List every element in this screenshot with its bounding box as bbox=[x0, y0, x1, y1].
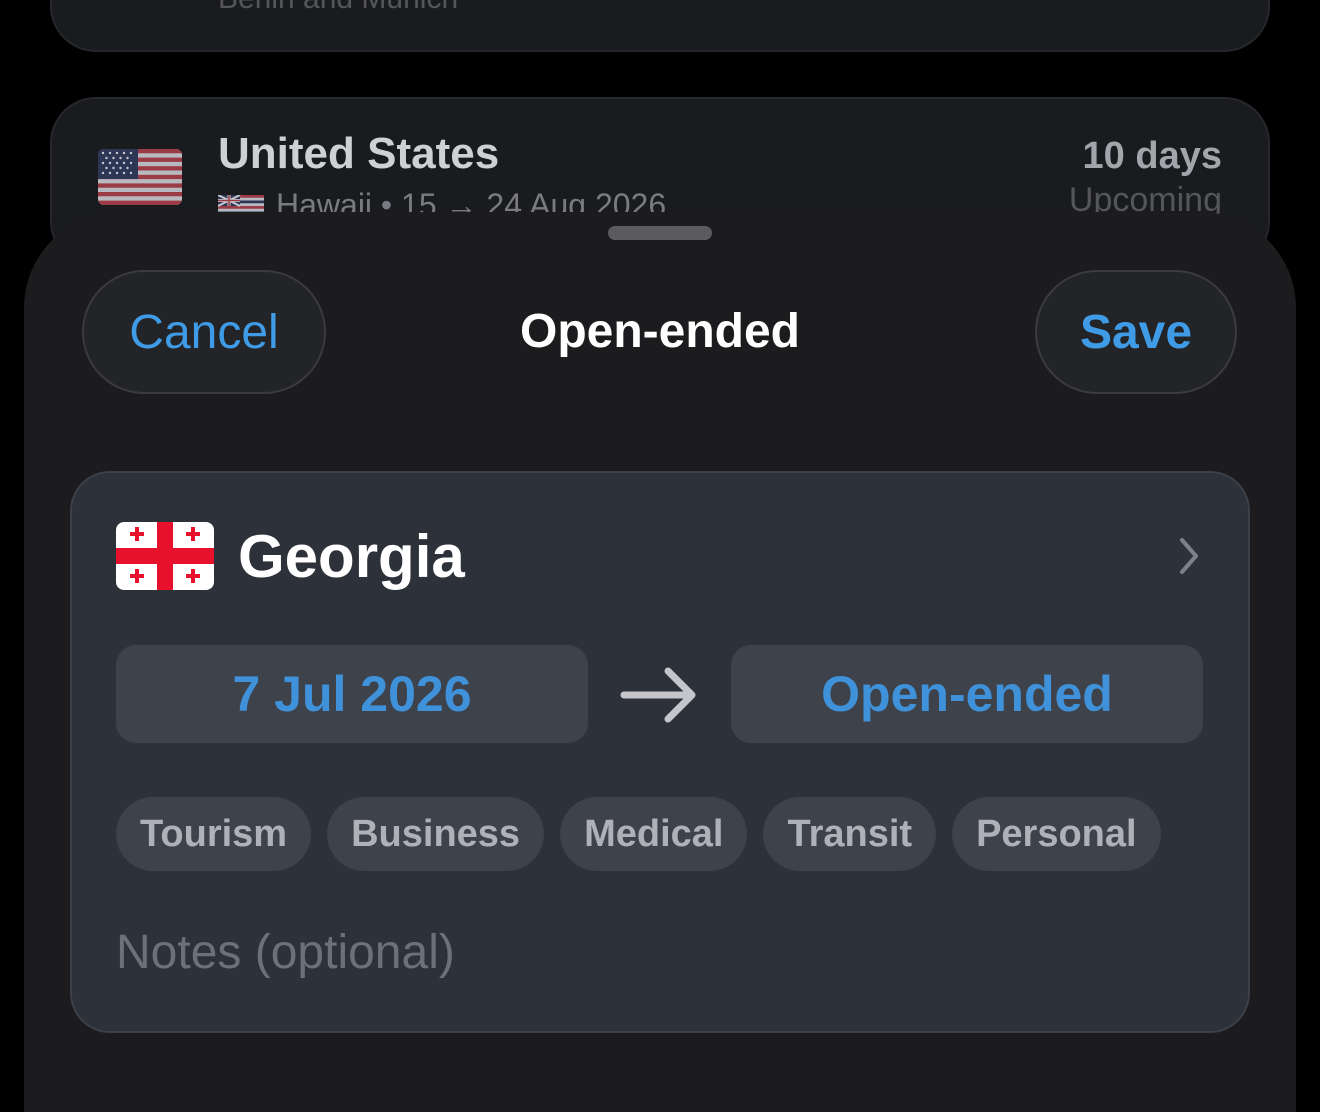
chevron-right-icon bbox=[1180, 538, 1198, 574]
arrow-right-icon bbox=[620, 667, 696, 723]
purpose-chip-tourism[interactable]: Tourism bbox=[116, 797, 312, 871]
trip-card-germany[interactable]: Berlin and Munich bbox=[50, 0, 1270, 52]
purpose-chip-personal[interactable]: Personal bbox=[952, 797, 1161, 871]
trip-subtitle: Berlin and Munich bbox=[218, 0, 458, 16]
notes-field[interactable]: Notes (optional) bbox=[116, 925, 455, 980]
sheet-grabber[interactable] bbox=[608, 226, 712, 240]
edit-trip-sheet: Cancel Open-ended Save Georgia 7 Jul 202… bbox=[24, 212, 1296, 1112]
trip-country-name: United States bbox=[218, 129, 500, 178]
purpose-chip-transit[interactable]: Transit bbox=[763, 797, 937, 871]
country-name: Georgia bbox=[238, 522, 465, 590]
start-date-button[interactable]: 7 Jul 2026 bbox=[116, 645, 588, 743]
georgia-flag-icon bbox=[116, 522, 214, 590]
trip-duration: 10 days bbox=[1082, 135, 1222, 177]
purpose-chips: Tourism Business Medical Transit Persona… bbox=[116, 797, 1161, 871]
end-date-button[interactable]: Open-ended bbox=[731, 645, 1203, 743]
purpose-chip-business[interactable]: Business bbox=[327, 797, 545, 871]
us-flag-icon bbox=[98, 149, 182, 205]
country-selector[interactable]: Georgia bbox=[116, 521, 1204, 591]
trip-form-card: Georgia 7 Jul 2026 Open-ended Tourism Bu… bbox=[70, 471, 1250, 1033]
save-button[interactable]: Save bbox=[1035, 270, 1237, 394]
purpose-chip-medical[interactable]: Medical bbox=[560, 797, 748, 871]
